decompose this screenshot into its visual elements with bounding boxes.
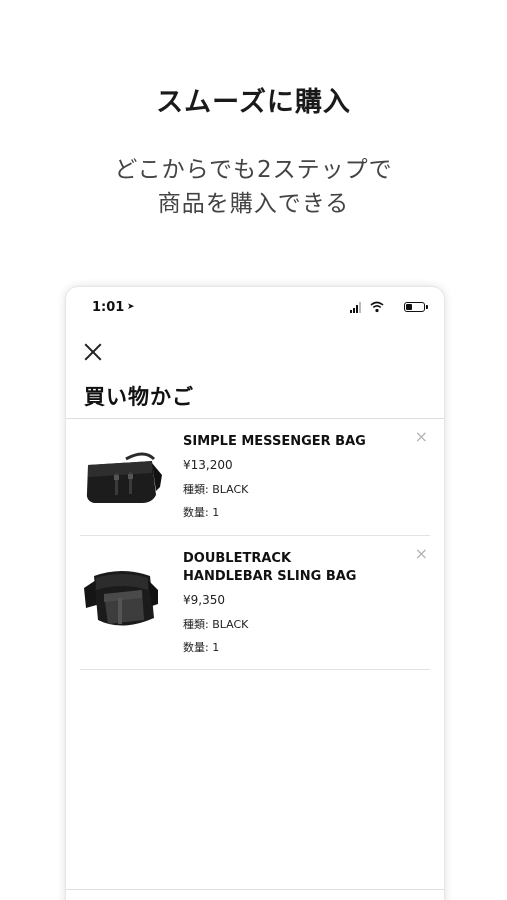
bottom-divider (66, 889, 444, 890)
wifi-icon (370, 301, 384, 313)
promo-subtitle: どこからでも2ステップで 商品を購入できる (0, 153, 507, 221)
status-time: 1:01 (92, 300, 125, 315)
cart-title: 買い物かご (84, 385, 194, 409)
item-name-line: DOUBLETRACK (183, 551, 292, 566)
location-arrow-icon: ➤ (127, 302, 135, 312)
item-price: ¥9,350 (183, 593, 225, 607)
messenger-bag-image (86, 452, 162, 503)
promo-title: スムーズに購入 (156, 87, 351, 118)
item-quantity: 数量: 1 (183, 506, 220, 519)
phone-frame: 1:01 ➤ 買い物かご SIMPLE MESSENGER BAG ¥13,20… (66, 287, 444, 900)
status-bar: 1:01 ➤ (92, 300, 428, 318)
item-variant: 種類: BLACK (183, 618, 249, 631)
remove-icon[interactable]: × (415, 429, 428, 445)
battery-icon (404, 302, 428, 312)
cellular-signal-icon (350, 302, 364, 313)
cart-item[interactable]: SIMPLE MESSENGER BAG ¥13,200 種類: BLACK 数… (80, 419, 430, 536)
item-variant: 種類: BLACK (183, 483, 249, 496)
promo-subtitle-line-1: どこからでも2ステップで (114, 157, 393, 183)
item-name[interactable]: DOUBLETRACK HANDLEBAR SLING BAG (183, 550, 383, 586)
item-price: ¥13,200 (183, 458, 233, 472)
item-name[interactable]: SIMPLE MESSENGER BAG (183, 433, 383, 451)
sling-bag-image (84, 571, 158, 626)
close-button[interactable] (82, 341, 104, 363)
promo-subtitle-line-2: 商品を購入できる (157, 191, 350, 217)
app-screenshot-page: スムーズに購入 どこからでも2ステップで 商品を購入できる 1:01 ➤ 買い物… (0, 0, 507, 900)
cart-item[interactable]: DOUBLETRACK HANDLEBAR SLING BAG ¥9,350 種… (80, 536, 430, 670)
remove-icon[interactable]: × (415, 546, 428, 562)
item-name-line: HANDLEBAR SLING BAG (183, 569, 357, 584)
item-name-line: SIMPLE MESSENGER BAG (183, 434, 366, 449)
item-quantity: 数量: 1 (183, 641, 220, 654)
